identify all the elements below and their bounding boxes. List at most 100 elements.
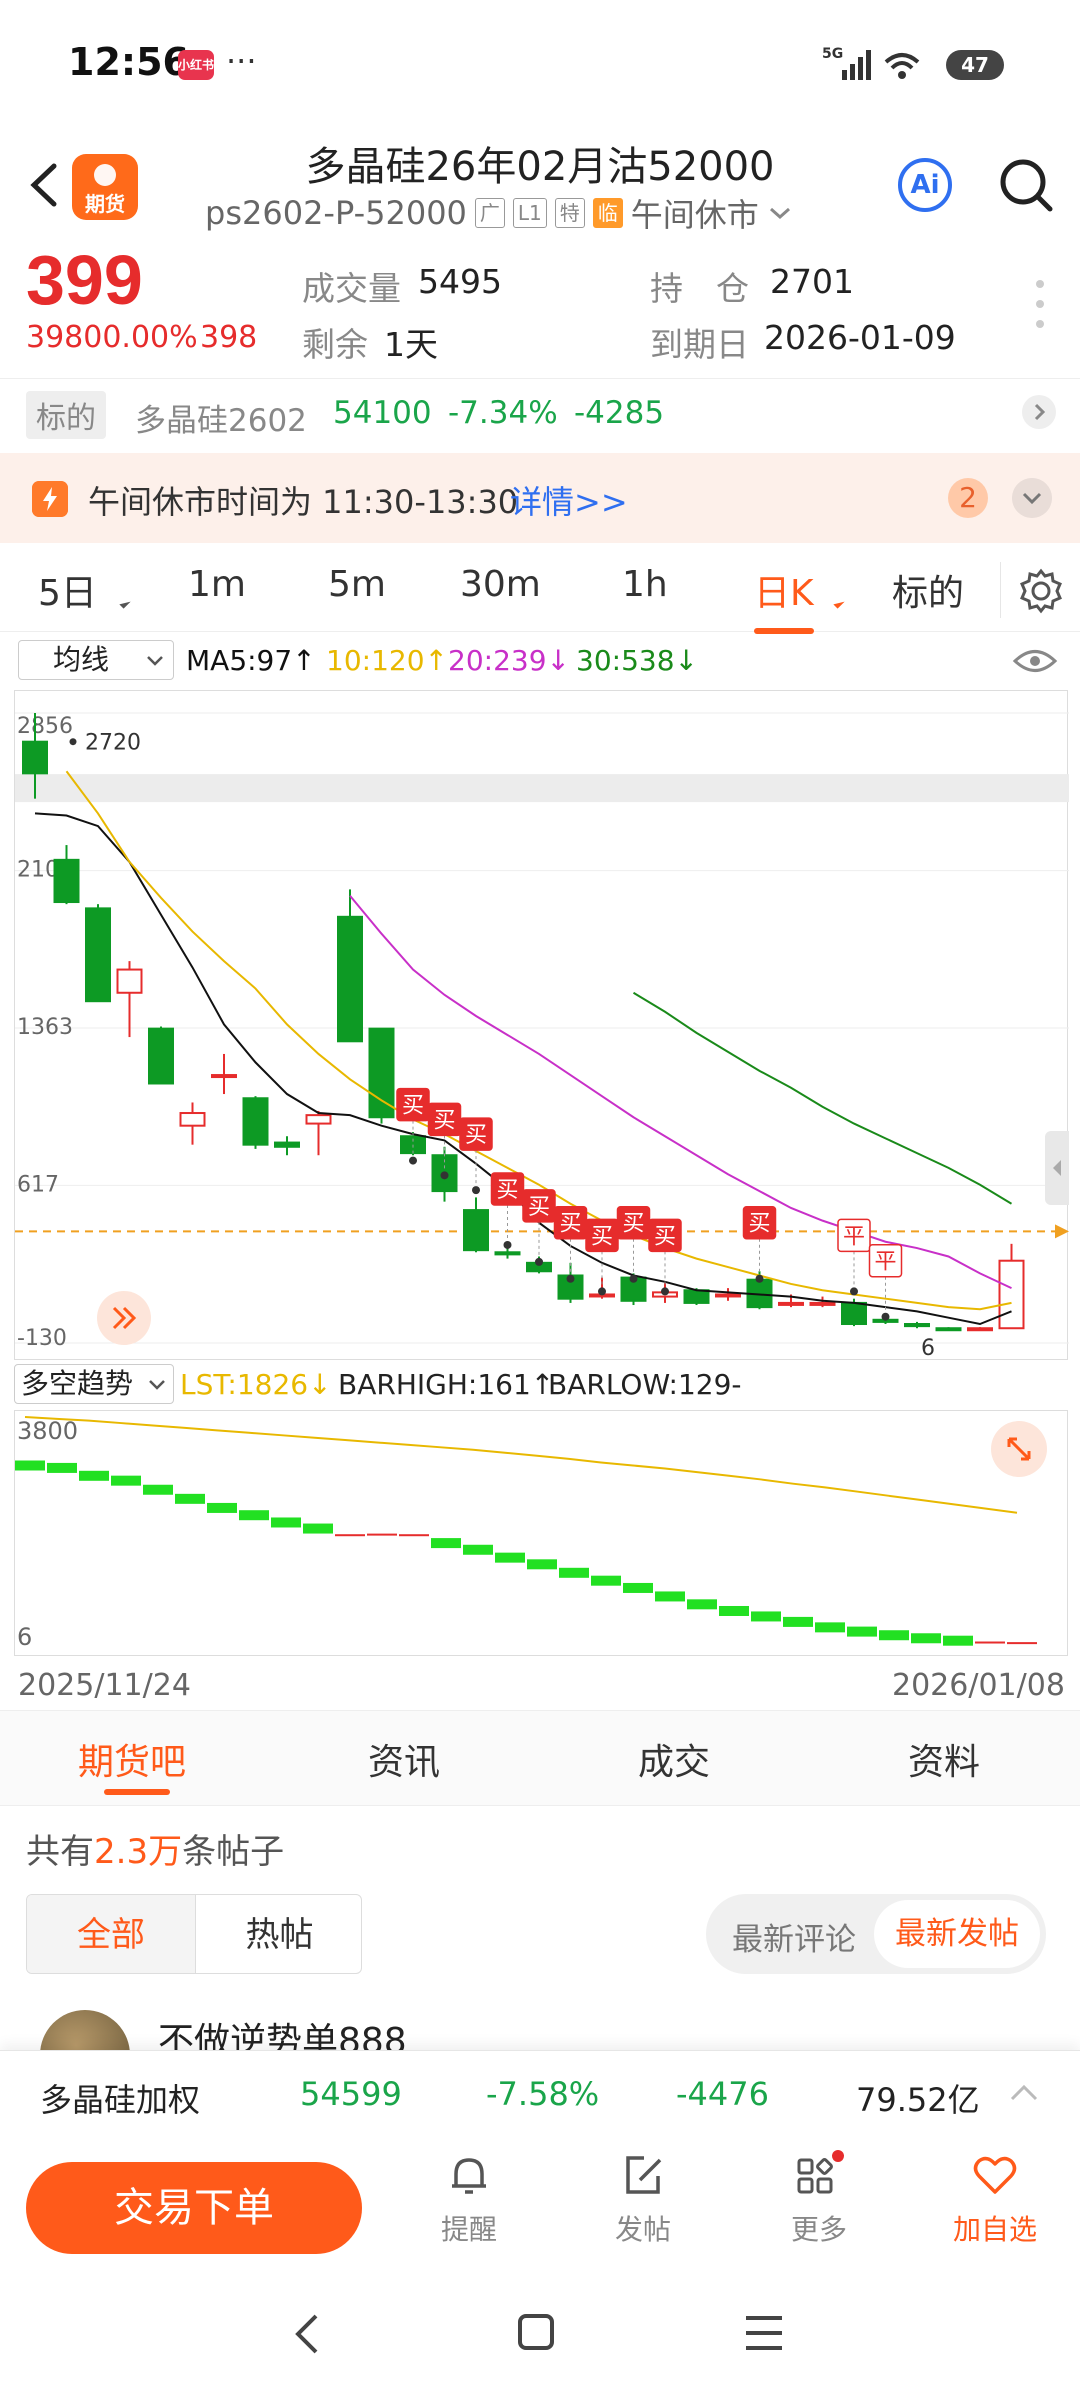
ticker-pct: -7.58% [486,2075,600,2113]
nav-back-icon[interactable] [290,2312,324,2356]
tab-daily-k[interactable]: 日K [754,564,814,634]
ma20-value: 20:239↓ [448,644,570,677]
sort-latest-post[interactable]: 最新发帖 [874,1900,1040,1968]
ma30-value: 30:538↓ [576,644,698,677]
chevron-right-icon[interactable] [1022,395,1056,429]
svg-text:5G: 5G [822,46,843,62]
change-value: 398 [200,320,258,355]
lst-line [24,1416,1018,1514]
section-tabs: 期货吧 资讯 成交 资料 [0,1710,1080,1806]
nav-menu-icon[interactable] [744,2314,784,2352]
ticker-amount: 79.52亿 [856,2081,980,2119]
signal-dot [598,1287,606,1296]
expand-icon[interactable] [1012,478,1052,518]
indicator-selector[interactable]: 均线 [18,640,174,680]
chevron-up-icon[interactable] [1008,2081,1040,2105]
candle-body [935,1327,962,1332]
sort-latest-comment[interactable]: 最新评论 [732,1914,856,1959]
tab-underlying[interactable]: 标的 [892,564,964,616]
system-nav-bar [0,2268,1080,2400]
trend-bar [847,1626,877,1637]
tab-info[interactable]: 资料 [908,1733,980,1785]
tag-guang: 广 [474,198,505,228]
more-button[interactable]: 更多 [764,2150,874,2248]
trend-bar [399,1534,429,1537]
volume-value: 5495 [418,262,502,301]
tab-5d[interactable]: 5日 [38,564,97,616]
signal-dot [409,1156,417,1165]
trend-bar [15,1460,45,1471]
volume-label: 成交量 [302,269,401,308]
y-tick-label: 6 [17,1623,32,1651]
quote-panel: 399 39800.00% 398 成交量 5495 剩余 1天 持 仓 270… [0,240,1080,375]
ma5-value: MA5:97↑ [186,644,316,677]
remain-label: 剩余 [302,325,368,364]
trend-bar [47,1462,77,1473]
chevron-down-icon [147,656,163,666]
heart-icon [973,2156,1017,2194]
tab-1m[interactable]: 1m [188,564,246,605]
trend-bar [303,1523,333,1534]
underlying-row[interactable]: 标的 多晶硅2602 54100 -7.34% -4285 [0,378,1080,450]
trend-bar [719,1605,749,1616]
fullscreen-icon[interactable] [991,1421,1047,1477]
filter-all-button[interactable]: 全部 [27,1895,195,1973]
signal-label: 买 [528,1195,550,1220]
trend-bar [175,1493,205,1504]
kline-svg: 285621091363617-130买买买买买买买买买买平平27206 [15,712,1069,1361]
trend-bar [79,1470,109,1481]
contract-code: ps2602-P-52000 [205,194,467,232]
chevron-down-icon[interactable] [767,203,793,223]
filter-hot-button[interactable]: 热帖 [195,1895,361,1973]
signal-label: 买 [591,1224,613,1249]
session-status[interactable]: 午间休市 [631,190,759,236]
eye-icon[interactable] [1012,646,1058,676]
change-percent: 39800.00% [26,320,198,355]
trade-order-button[interactable]: 交易下单 [26,2162,362,2254]
double-chevron-right-icon[interactable] [97,1291,151,1345]
candle-body [53,858,80,904]
remain-value: 1天 [384,325,438,364]
ai-assistant-button[interactable]: Ai [898,158,952,212]
signal-label: 买 [496,1178,518,1203]
candle-body [463,1209,489,1252]
post-count: 共有2.3万条帖子 [26,1832,285,1872]
signal-label: 买 [433,1108,455,1133]
post-button[interactable]: 发帖 [588,2150,698,2248]
candle-body [242,1097,269,1146]
search-icon[interactable] [998,156,1054,216]
kline-chart[interactable]: 2856 2109 1363 617 -130 买买买买买买买买买买平平 2720 6 [14,690,1069,1361]
signal-dot [503,1240,512,1249]
tab-news[interactable]: 资讯 [368,1733,440,1785]
underlying-change: -4285 [574,395,665,431]
tab-forum[interactable]: 期货吧 [78,1733,186,1785]
side-drawer-handle[interactable] [1045,1131,1069,1205]
tab-trades[interactable]: 成交 [638,1733,710,1785]
period-tabs: 5日 1m 5m 30m 1h 日K 标的 [0,552,1080,634]
open-interest-value: 2701 [770,262,854,301]
tab-5m[interactable]: 5m [328,564,386,605]
open-interest-label: 持 仓 [650,269,749,308]
settings-gear-icon[interactable] [1018,568,1064,614]
notice-details-link[interactable]: 详情>> [510,477,628,523]
signal-label: 平 [843,1224,865,1249]
more-vertical-icon[interactable] [1036,280,1044,340]
weighted-ticker-bar[interactable]: 多晶硅加权 54599 -7.58% -4476 79.52亿 [0,2050,1080,2138]
lightning-icon [32,481,68,517]
notice-banner: 午间休市时间为 11:30-13:30 详情>> 2 [0,453,1080,543]
candle-body [274,1141,300,1148]
signal-dot [661,1287,669,1296]
tag-l1: L1 [512,198,547,228]
add-favorite-button[interactable]: 加自选 [940,2150,1050,2248]
trend-bar [1007,1642,1037,1645]
alert-button[interactable]: 提醒 [414,2150,524,2248]
tab-30m[interactable]: 30m [460,564,541,605]
tab-1h[interactable]: 1h [622,564,668,605]
trend-bar [623,1582,653,1593]
candle-body [967,1327,993,1332]
indicator-chart[interactable]: 3800 6 [14,1410,1068,1656]
more-notifications-icon: ··· [226,42,257,80]
max-marker [69,738,77,746]
sub-indicator-selector[interactable]: 多空趋势 [14,1364,174,1404]
nav-home-icon[interactable] [516,2312,556,2352]
